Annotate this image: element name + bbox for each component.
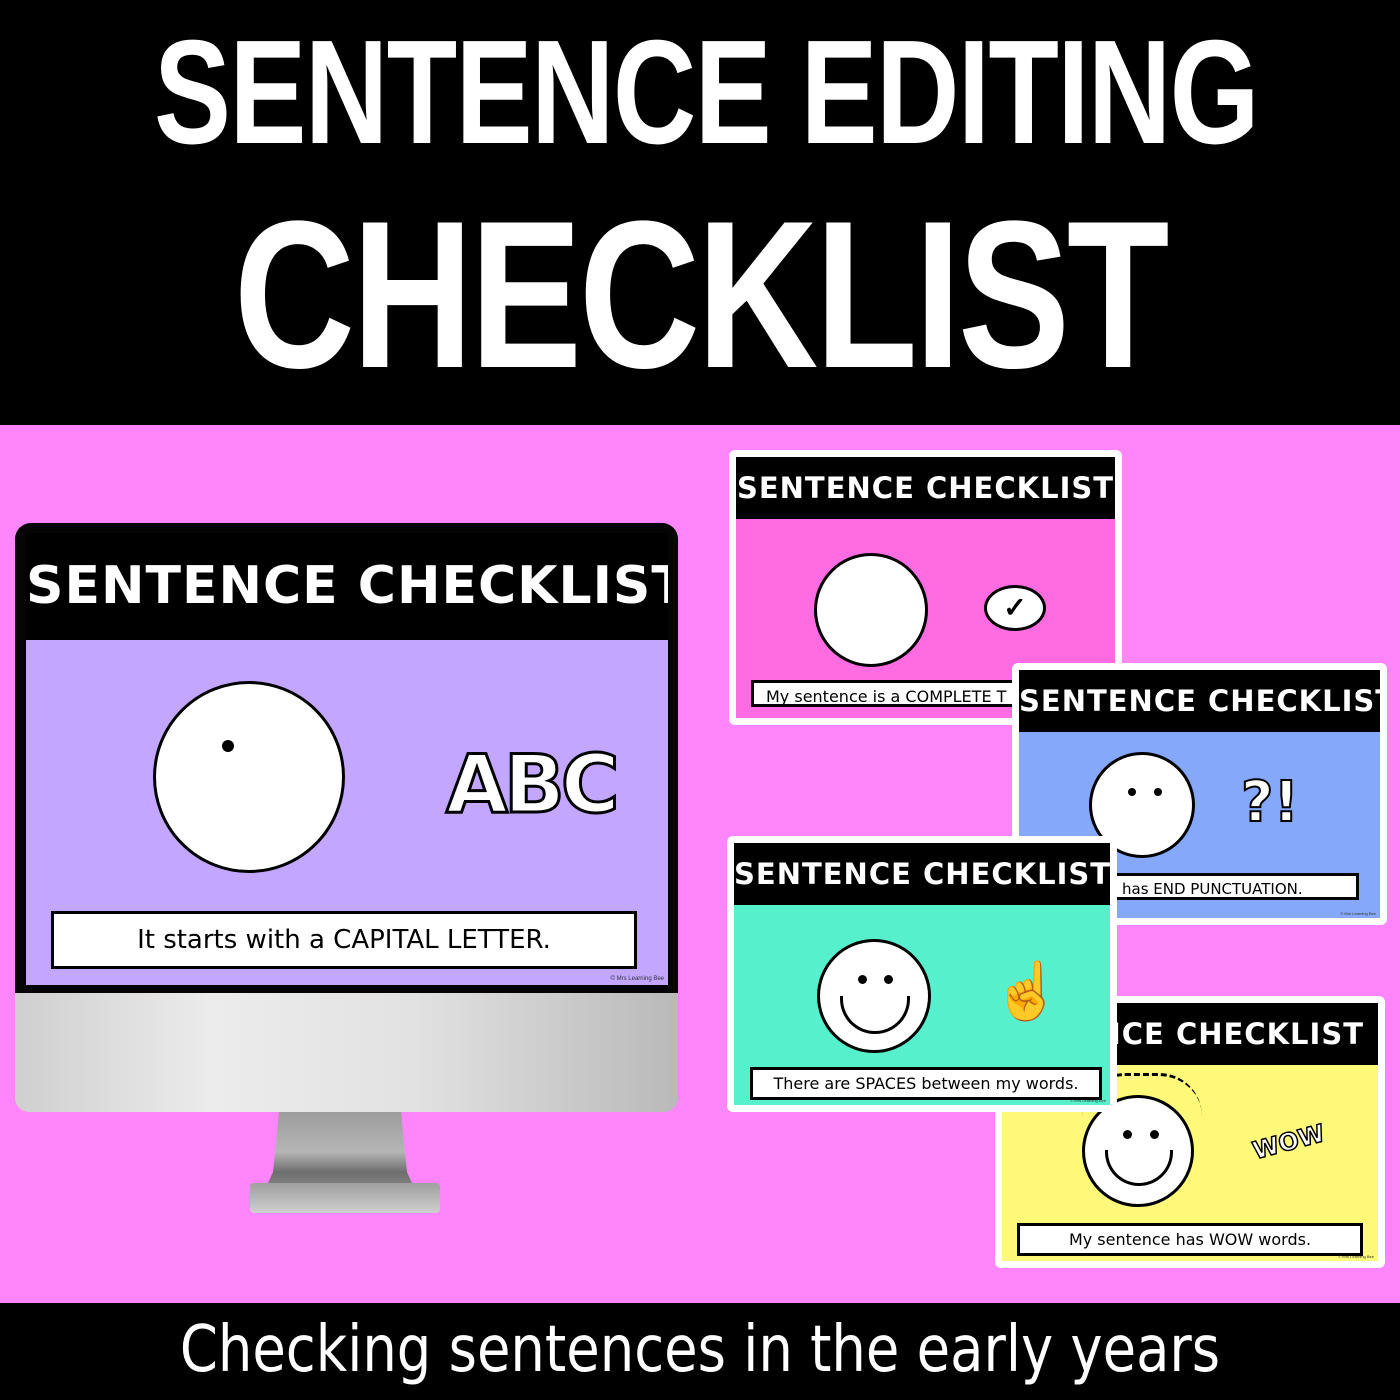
slide-capital-letter: SENTENCE CHECKLIST ABC It starts with a …: [26, 533, 668, 985]
subtitle-banner: Checking sentences in the early years: [0, 1303, 1400, 1400]
eye-icon: [1128, 788, 1136, 796]
eye-icon: [884, 975, 893, 984]
question-exclamation-icon: ?!: [1240, 769, 1300, 836]
slide-heading: SENTENCE CHECKLIST: [736, 457, 1115, 519]
wow-burst-icon: WOW: [1249, 1118, 1329, 1166]
face-icon: [817, 939, 931, 1053]
eye-icon: [1154, 788, 1162, 796]
smile-icon: [1105, 1150, 1173, 1186]
copyright-text: © Mrs Learning Bee: [1340, 911, 1376, 916]
title-line-2: CHECKLIST: [233, 177, 1170, 412]
abc-letters-icon: ABC: [445, 737, 622, 833]
monitor-bezel: SENTENCE CHECKLIST ABC It starts with a …: [15, 523, 678, 993]
card-spaces-between-words: SENTENCE CHECKLIST ☝ There are SPACES be…: [727, 836, 1117, 1112]
monitor-stand-foot: [250, 1183, 440, 1213]
speech-bubble-checkmark-icon: ✓: [984, 585, 1046, 631]
eye-icon: [222, 740, 234, 752]
slide-caption: There are SPACES between my words.: [750, 1067, 1102, 1100]
slide-caption: It starts with a CAPITAL LETTER.: [51, 911, 637, 969]
slide-caption: My sentence has WOW words.: [1017, 1223, 1363, 1256]
title-line-1: SENTENCE EDITING: [154, 10, 1259, 175]
copyright-text: © Mrs Learning Bee: [1338, 1254, 1374, 1259]
copyright-text: © Mrs Learning Bee: [610, 976, 664, 982]
slide-caption: has END PUNCTUATION.: [1099, 873, 1359, 900]
eye-icon: [1150, 1130, 1159, 1139]
slide-green: SENTENCE CHECKLIST ☝ There are SPACES be…: [734, 843, 1110, 1105]
copyright-text: © Mrs Learning Bee: [1070, 1098, 1106, 1103]
face-icon: [153, 681, 345, 873]
pointing-finger-icon: ☝: [992, 959, 1062, 1022]
desktop-monitor: SENTENCE CHECKLIST ABC It starts with a …: [15, 523, 678, 1213]
face-icon: [814, 553, 928, 667]
title-banner: SENTENCE EDITING CHECKLIST: [0, 0, 1400, 425]
checkmark-glyph: ✓: [1003, 592, 1027, 623]
slide-heading: SENTENCE CHECKLIST: [734, 843, 1110, 905]
eye-icon: [1123, 1130, 1132, 1139]
slide-heading: SENTENCE CHECKLIST: [26, 533, 668, 640]
eye-icon: [858, 975, 867, 984]
subtitle-text: Checking sentences in the early years: [179, 1313, 1221, 1387]
slide-heading: SENTENCE CHECKLIST: [1019, 670, 1380, 732]
monitor-chin: [15, 992, 678, 1112]
smile-icon: [840, 996, 910, 1034]
